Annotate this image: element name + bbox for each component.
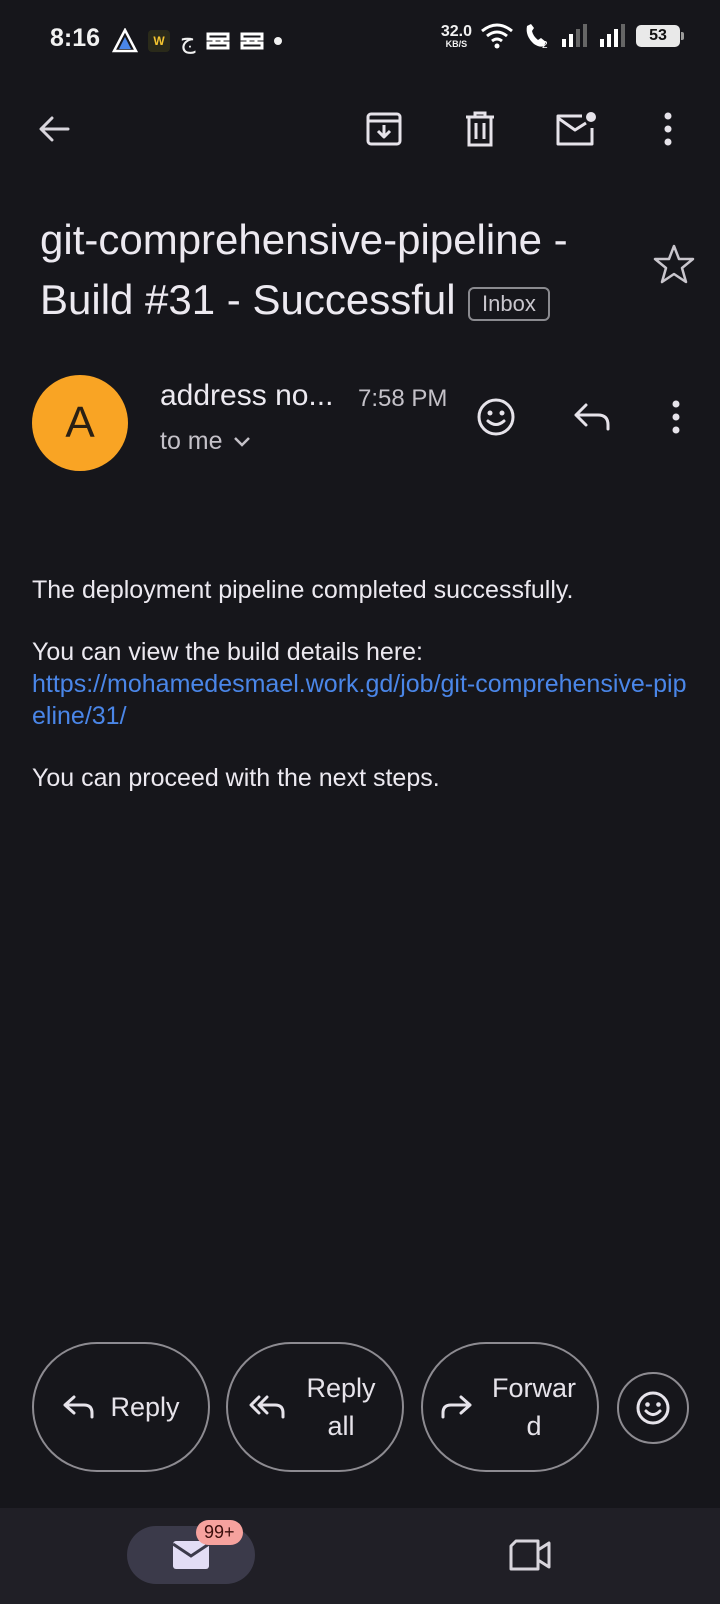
- sender-name[interactable]: address no...: [160, 379, 333, 413]
- battery-indicator: 53: [636, 25, 684, 47]
- system-indicators: 32.0 KB/S 2 53: [440, 22, 684, 50]
- body-paragraph: You can view the build details here:: [32, 638, 424, 666]
- video-camera-icon: [509, 1539, 551, 1571]
- reply-button[interactable]: Reply: [32, 1342, 210, 1472]
- forward-label: Forward: [491, 1373, 576, 1441]
- archive-icon: [366, 112, 402, 146]
- sim-number: 2: [542, 40, 548, 50]
- mark-unread-icon: [556, 112, 596, 146]
- signal-icon-2: [600, 24, 625, 47]
- arabic-app-icon: ج: [180, 27, 196, 54]
- forward-button[interactable]: Forward: [421, 1342, 599, 1472]
- trash-icon: [466, 111, 494, 147]
- nav-meet-tab[interactable]: [505, 1530, 555, 1580]
- body-paragraph: The deployment pipeline completed succes…: [32, 576, 574, 604]
- wifi-calling-icon: 2: [526, 24, 548, 50]
- w-app-icon: W: [148, 29, 170, 52]
- reply-all-button[interactable]: Reply all: [226, 1342, 404, 1472]
- back-arrow-icon: [39, 116, 70, 142]
- message-more-button[interactable]: [650, 391, 702, 443]
- status-time: 8:16: [50, 24, 101, 52]
- more-notifications-dot-icon: [273, 36, 282, 45]
- reply-all-label: Reply all: [306, 1373, 376, 1441]
- reply-label: Reply: [110, 1392, 180, 1422]
- more-options-button[interactable]: [638, 96, 698, 162]
- signal-icon-1: [562, 24, 587, 47]
- avatar[interactable]: A: [32, 375, 128, 471]
- subject-area: git-comprehensive-pipeline - Build #31 -…: [40, 210, 640, 330]
- more-vert-icon: [672, 400, 680, 434]
- body-paragraph: You can proceed with the next steps.: [32, 764, 440, 792]
- reply-icon: [574, 403, 610, 431]
- forward-icon: [441, 1395, 472, 1419]
- bottom-navigation: 99+: [0, 1508, 720, 1604]
- sender-row: A address no... 7:58 PM to me: [0, 375, 720, 475]
- archive-button[interactable]: [354, 96, 414, 162]
- back-button[interactable]: [24, 96, 84, 162]
- status-bar: 8:16 W ج 32.0 KB/S 2 53: [0, 0, 720, 82]
- label-chip-inbox[interactable]: Inbox: [468, 286, 550, 321]
- delete-button[interactable]: [450, 96, 510, 162]
- recipient-details-toggle[interactable]: to me: [160, 427, 251, 456]
- email-body: The deployment pipeline completed succes…: [32, 574, 692, 794]
- more-vert-icon: [664, 112, 672, 146]
- stripe-app-icon: [206, 32, 229, 49]
- email-time: 7:58 PM: [358, 385, 448, 412]
- emoji-icon: [477, 398, 515, 436]
- recipient-label: to me: [160, 427, 223, 455]
- mark-unread-button[interactable]: [546, 96, 606, 162]
- notification-icons: W ج: [112, 26, 282, 55]
- email-toolbar: [0, 96, 720, 162]
- triangle-app-icon: [112, 27, 138, 52]
- network-speed: 32.0 KB/S: [440, 22, 472, 49]
- star-icon: [653, 244, 695, 284]
- react-button[interactable]: [617, 1372, 689, 1444]
- wifi-icon: [481, 23, 513, 49]
- reply-all-icon: [249, 1395, 285, 1419]
- chevron-down-icon: [233, 436, 250, 447]
- quick-actions: Reply Reply all Forward: [0, 1342, 720, 1476]
- unread-count-badge: 99+: [196, 1520, 243, 1545]
- emoji-icon: [636, 1391, 670, 1425]
- reply-button-header[interactable]: [566, 391, 618, 443]
- reply-icon: [63, 1395, 94, 1419]
- stripe-app-icon-2: [240, 32, 263, 49]
- star-button[interactable]: [652, 242, 696, 286]
- add-reaction-button[interactable]: [470, 391, 522, 443]
- build-details-link[interactable]: https://mohamedesmael.work.gd/job/git-co…: [32, 670, 686, 730]
